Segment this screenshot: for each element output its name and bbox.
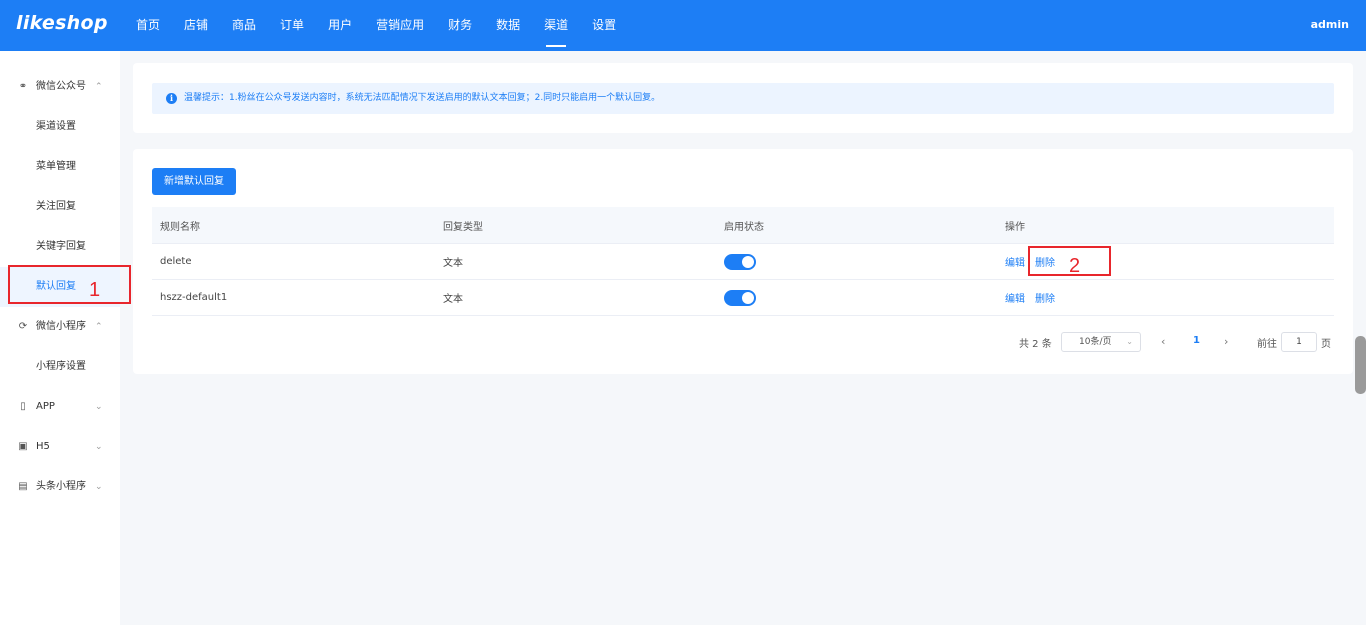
cell-status (724, 280, 756, 315)
sidebar-item-default-reply[interactable]: 默认回复 (0, 267, 120, 307)
nav-item-finance[interactable]: 财务 (436, 0, 484, 51)
edit-link[interactable]: 编辑 (1005, 290, 1025, 305)
cell-actions: 编辑 删除 (1005, 280, 1065, 315)
nav-item-goods[interactable]: 商品 (220, 0, 268, 51)
wechat-icon: ⚭ (18, 81, 28, 92)
top-nav: 首页 店铺 商品 订单 用户 营销应用 财务 数据 渠道 设置 (124, 0, 628, 51)
nav-item-orders[interactable]: 订单 (268, 0, 316, 51)
chevron-down-icon: ⌄ (95, 482, 103, 492)
chevron-up-icon: ⌃ (95, 82, 103, 92)
image-icon: ▣ (18, 441, 28, 452)
sidebar-item-keyword-reply[interactable]: 关键字回复 (0, 227, 120, 267)
sidebar-item-menu-management[interactable]: 菜单管理 (0, 147, 120, 187)
delete-link[interactable]: 删除 (1035, 254, 1055, 269)
header-actions: 操作 (1005, 221, 1025, 233)
goto-label: 前往 (1257, 339, 1277, 350)
toggle-knob (742, 255, 754, 268)
table-row: delete 文本 编辑 删除 (152, 244, 1334, 280)
sidebar-group-label: APP (36, 401, 55, 412)
cell-rule-name: hszz-default1 (160, 292, 228, 303)
nav-item-settings[interactable]: 设置 (580, 0, 628, 51)
cell-actions: 编辑 删除 (1005, 244, 1065, 279)
nav-item-channel[interactable]: 渠道 (532, 0, 580, 51)
edit-link[interactable]: 编辑 (1005, 254, 1025, 269)
scrollbar-thumb[interactable] (1355, 336, 1366, 394)
header-rule-name: 规则名称 (160, 221, 200, 233)
page-size-value: 10条/页 (1079, 337, 1112, 347)
page-number-current[interactable]: 1 (1193, 335, 1200, 346)
mini-program-icon: ⟳ (18, 321, 28, 332)
top-bar: likeshop 首页 店铺 商品 订单 用户 营销应用 财务 数据 渠道 设置… (0, 0, 1366, 51)
cell-rule-name: delete (160, 256, 192, 267)
nav-item-store[interactable]: 店铺 (172, 0, 220, 51)
sidebar-item-follow-reply[interactable]: 关注回复 (0, 187, 120, 227)
sidebar-group-wechat-oa[interactable]: ⚭ 微信公众号 ⌃ (0, 67, 120, 107)
chevron-down-icon: ⌄ (1126, 337, 1133, 346)
page-size-select[interactable]: 10条/页 ⌄ (1061, 332, 1141, 352)
tip-banner: i 温馨提示：1.粉丝在公众号发送内容时，系统无法匹配情况下发送启用的默认文本回… (152, 83, 1334, 114)
sidebar-item-channel-settings[interactable]: 渠道设置 (0, 107, 120, 147)
status-toggle[interactable] (724, 253, 756, 270)
add-default-reply-button[interactable]: 新增默认回复 (152, 168, 236, 195)
sidebar-group-label: H5 (36, 441, 50, 452)
delete-link[interactable]: 删除 (1035, 290, 1055, 305)
sidebar-group-toutiao[interactable]: ▤ 头条小程序 ⌄ (0, 467, 120, 507)
sidebar-group-app[interactable]: ▯ APP ⌄ (0, 387, 120, 427)
sidebar-item-mini-program-settings[interactable]: 小程序设置 (0, 347, 120, 387)
chevron-up-icon: ⌃ (95, 322, 103, 332)
sidebar-group-mini-program[interactable]: ⟳ 微信小程序 ⌃ (0, 307, 120, 347)
table-row: hszz-default1 文本 编辑 删除 (152, 280, 1334, 316)
toggle-knob (742, 291, 754, 304)
nav-item-users[interactable]: 用户 (316, 0, 364, 51)
prev-page-button[interactable]: ‹ (1161, 335, 1165, 348)
nav-item-marketing[interactable]: 营销应用 (364, 0, 436, 51)
user-menu[interactable]: admin (1311, 0, 1349, 50)
cell-reply-type: 文本 (443, 294, 463, 305)
sidebar-group-label: 微信小程序 (36, 321, 86, 332)
sidebar: ⚭ 微信公众号 ⌃ 渠道设置 菜单管理 关注回复 关键字回复 默认回复 ⟳ 微信… (0, 51, 120, 625)
sidebar-group-label: 微信公众号 (36, 81, 86, 92)
logo[interactable]: likeshop (16, 12, 108, 34)
info-icon: i (166, 93, 177, 104)
next-page-button[interactable]: › (1224, 335, 1228, 348)
document-icon: ▤ (18, 481, 28, 492)
table-header: 规则名称 回复类型 启用状态 操作 (152, 207, 1334, 244)
phone-icon: ▯ (20, 401, 26, 412)
page-suffix: 页 (1321, 339, 1331, 350)
status-toggle[interactable] (724, 289, 756, 306)
tip-text: 温馨提示：1.粉丝在公众号发送内容时，系统无法匹配情况下发送启用的默认文本回复；… (184, 93, 661, 103)
goto-page-input[interactable]: 1 (1281, 332, 1317, 352)
nav-item-data[interactable]: 数据 (484, 0, 532, 51)
annotation-number-1: 1 (89, 279, 101, 301)
pagination-total: 共 2 条 (1019, 339, 1052, 350)
chevron-down-icon: ⌄ (95, 402, 103, 412)
sidebar-group-label: 头条小程序 (36, 481, 86, 492)
cell-status (724, 244, 756, 279)
sidebar-group-h5[interactable]: ▣ H5 ⌄ (0, 427, 120, 467)
header-reply-type: 回复类型 (443, 221, 483, 233)
header-status: 启用状态 (724, 221, 764, 233)
cell-reply-type: 文本 (443, 258, 463, 269)
chevron-down-icon: ⌄ (95, 442, 103, 452)
annotation-number-2: 2 (1069, 255, 1081, 277)
nav-item-home[interactable]: 首页 (124, 0, 172, 51)
